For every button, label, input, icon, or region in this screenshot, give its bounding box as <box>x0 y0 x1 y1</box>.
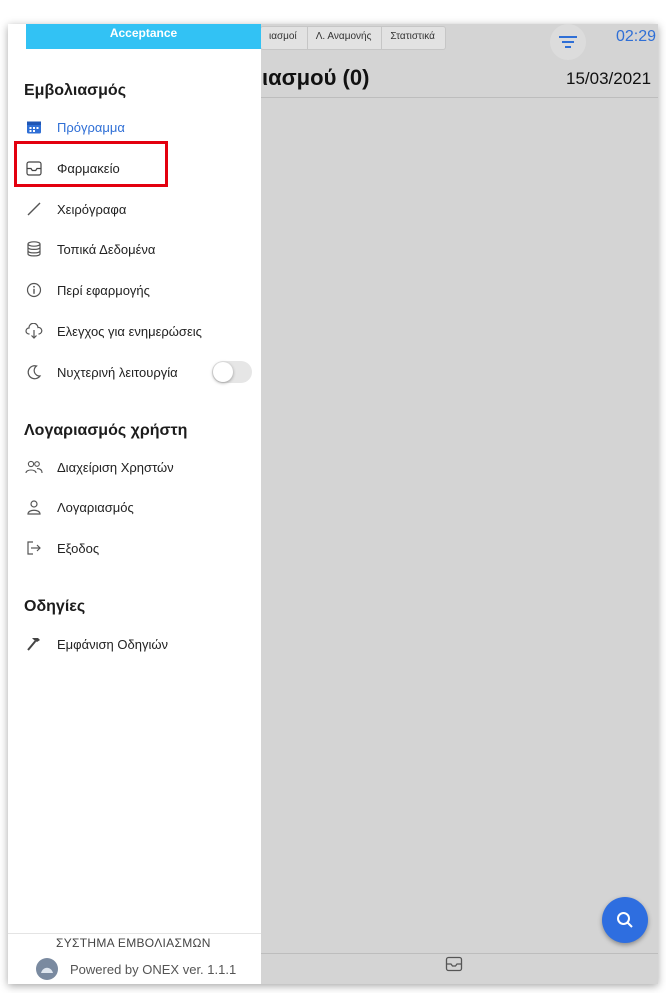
cloud-download-icon <box>24 321 44 341</box>
onex-logo-icon <box>36 958 58 980</box>
menu-item-logout[interactable]: Εξοδος <box>24 535 259 561</box>
menu-item-check-updates[interactable]: Ελεγχος για ενημερώσεις <box>24 318 259 344</box>
menu-item-label: Εξοδος <box>57 540 100 556</box>
search-icon <box>617 912 633 928</box>
environment-banner: Acceptance <box>26 24 261 49</box>
divider <box>261 97 658 98</box>
page-title: ιασμού (0) <box>262 65 370 90</box>
tab-statistics[interactable]: Στατιστικά <box>382 27 444 49</box>
powered-by-text: Powered by ONEX ver. 1.1.1 <box>70 961 237 977</box>
menu-item-label: Περί εφαρμογής <box>57 282 150 298</box>
night-mode-toggle[interactable] <box>212 361 252 383</box>
search-fab-button[interactable] <box>602 897 648 943</box>
menu-item-label: Λογαριασμός <box>57 499 134 515</box>
users-icon <box>24 457 44 477</box>
section-title-vaccination: Εμβολιασμός <box>24 82 127 99</box>
menu-item-show-instructions[interactable]: Εμφάνιση Οδηγιών <box>24 631 259 657</box>
menu-item-account[interactable]: Λογαριασμός <box>24 494 259 520</box>
filter-button[interactable] <box>550 24 586 60</box>
filter-icon <box>559 36 577 48</box>
powered-by: Powered by ONEX ver. 1.1.1 <box>36 958 236 980</box>
menu-item-label: Χειρόγραφα <box>57 201 127 217</box>
current-date: 15/03/2021 <box>566 69 652 88</box>
menu-item-manage-users[interactable]: Διαχείριση Χρηστών <box>24 454 259 480</box>
moon-icon <box>24 362 44 382</box>
menu-item-program[interactable]: Πρόγραμμα <box>24 114 259 140</box>
menu-item-label: Ελεγχος για ενημερώσεις <box>57 323 202 339</box>
hammer-icon <box>24 634 44 654</box>
highlight-box <box>14 141 168 187</box>
user-icon <box>24 497 44 517</box>
bottom-nav-inbox-button[interactable] <box>445 956 463 977</box>
menu-item-label: Τοπικά Δεδομένα <box>57 241 156 257</box>
menu-item-label: Εμφάνιση Οδηγιών <box>57 636 168 652</box>
calendar-icon <box>24 117 44 137</box>
background-tab-bar: ιασμοί Λ. Αναμονής Στατιστικά <box>260 26 446 50</box>
navigation-drawer: Acceptance Εμβολιασμός Πρόγραμμα Φαρμακε… <box>8 24 261 984</box>
pen-icon <box>24 199 44 219</box>
inbox-icon <box>445 956 463 972</box>
system-name: ΣΥΣΤΗΜΑ ΕΜΒΟΛΙΑΣΜΩΝ <box>56 936 211 950</box>
menu-item-label: Νυχτερινή λειτουργία <box>57 364 178 380</box>
database-icon <box>24 239 44 259</box>
tab-vaccinations[interactable]: ιασμοί <box>261 27 308 49</box>
menu-item-handwritten[interactable]: Χειρόγραφα <box>24 196 259 222</box>
menu-item-label: Πρόγραμμα <box>57 119 125 135</box>
info-icon <box>24 280 44 300</box>
tab-waiting-list[interactable]: Λ. Αναμονής <box>308 27 383 49</box>
menu-item-local-data[interactable]: Τοπικά Δεδομένα <box>24 236 259 262</box>
bottom-bar-divider <box>261 953 658 954</box>
clock-time: 02:29 <box>616 28 657 45</box>
menu-item-label: Διαχείριση Χρηστών <box>57 459 174 475</box>
menu-item-about[interactable]: Περί εφαρμογής <box>24 277 259 303</box>
section-title-instructions: Οδηγίες <box>24 598 86 615</box>
toggle-knob <box>213 362 233 382</box>
footer-divider <box>8 933 261 934</box>
logout-icon <box>24 538 44 558</box>
section-title-user-account: Λογαριασμός χρήστη <box>24 422 188 439</box>
device-screen: ιασμοί Λ. Αναμονής Στατιστικά 02:29 ιασμ… <box>8 24 658 984</box>
